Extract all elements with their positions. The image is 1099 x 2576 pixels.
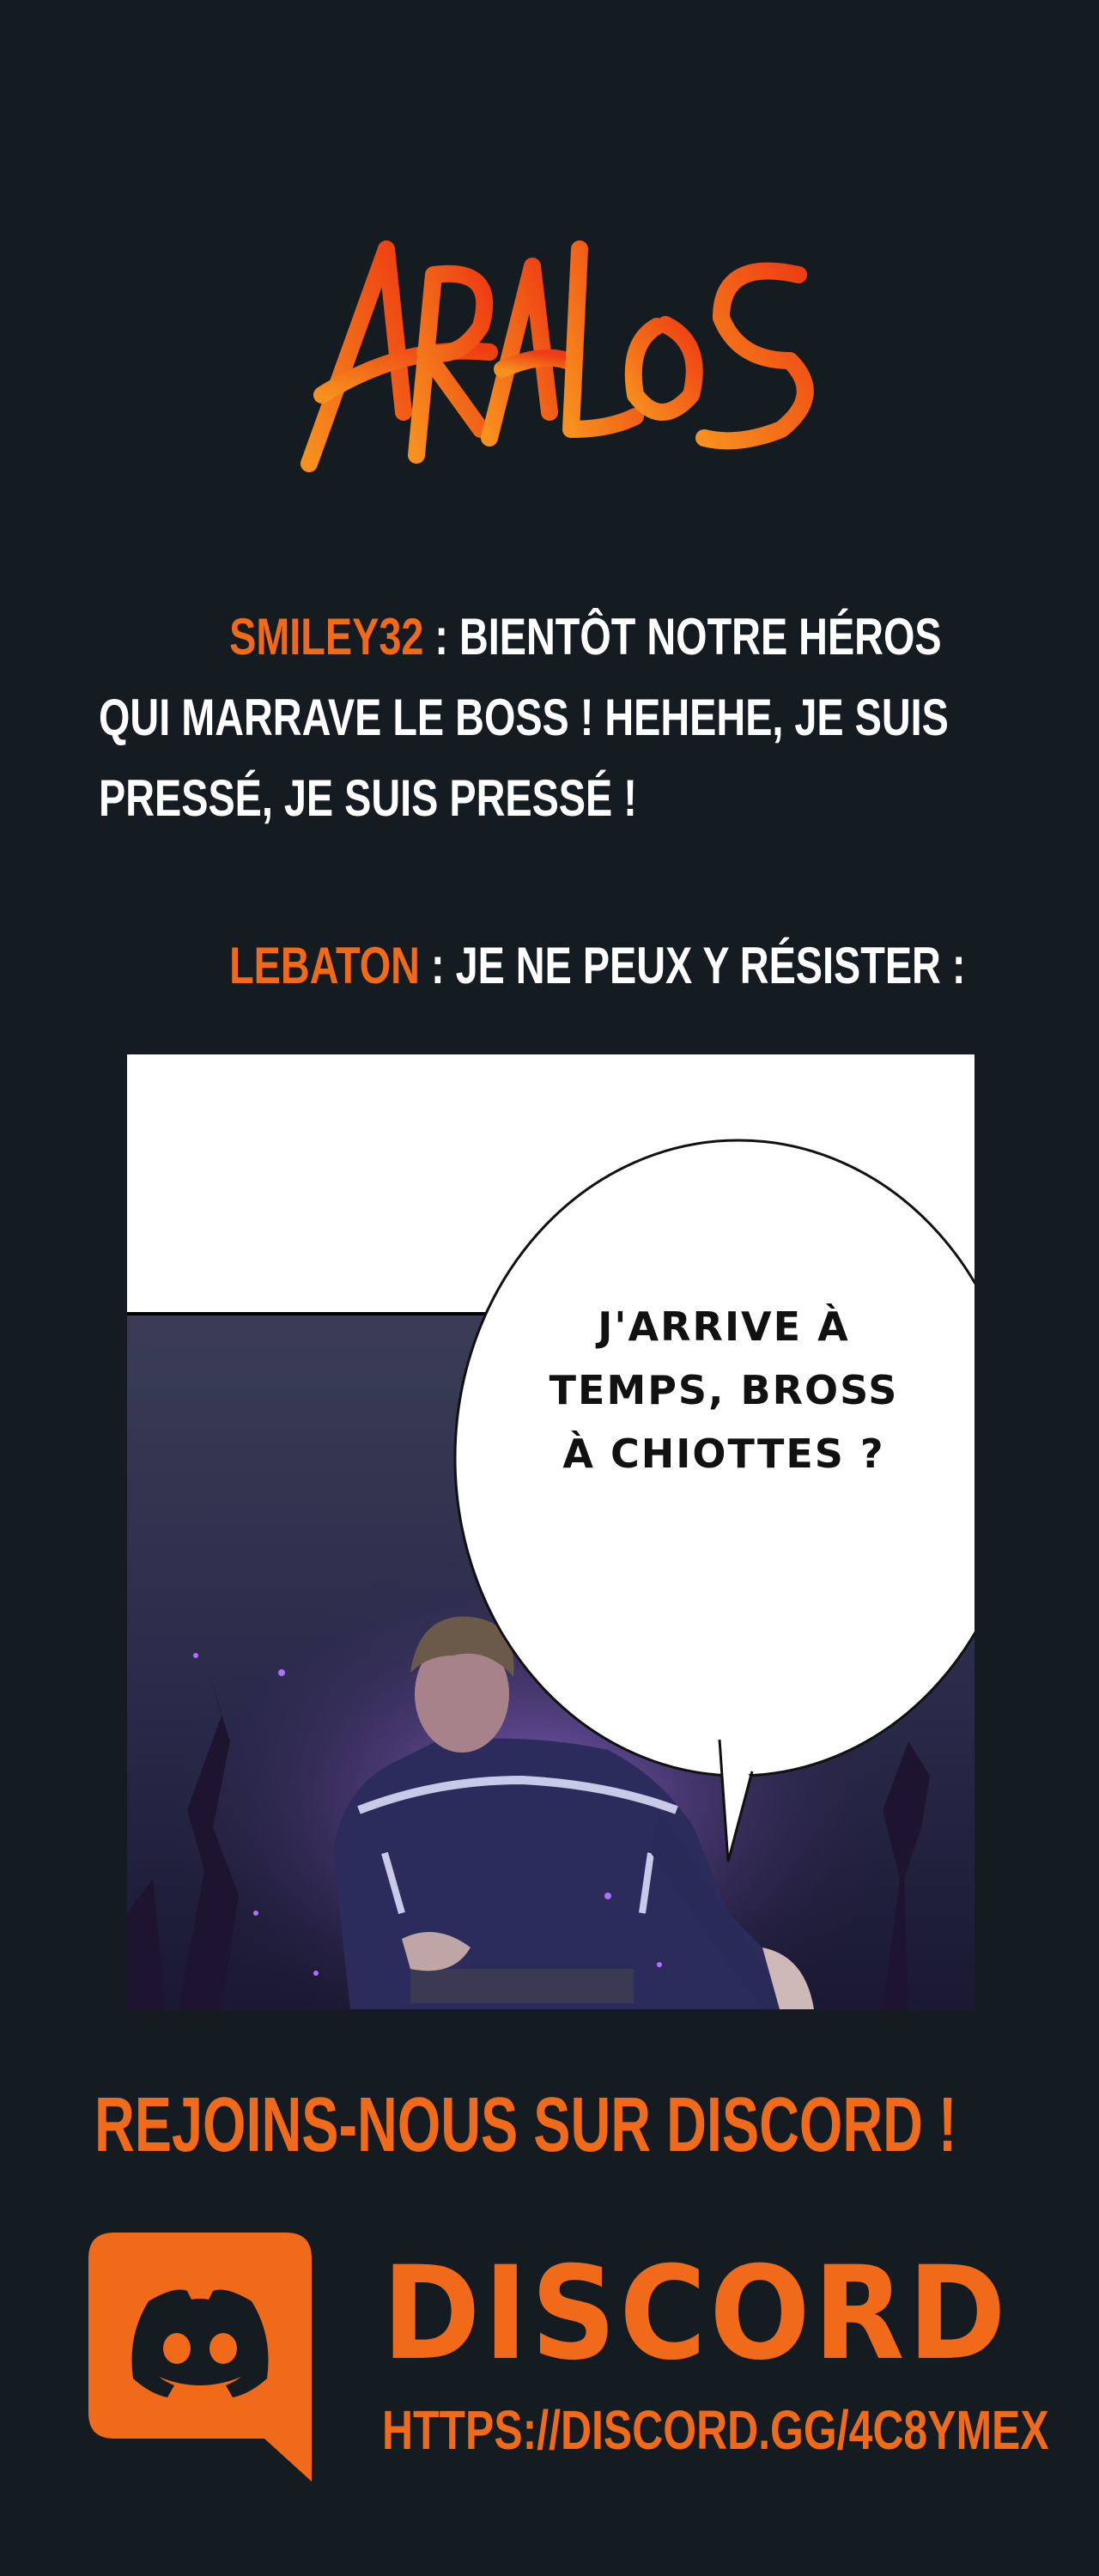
comment-lebaton: LEBATON : JE NE PEUX Y RÉSISTER : <box>99 926 1010 1006</box>
speech-line: J'ARRIVE À <box>598 1303 850 1350</box>
speech-line: À CHIOTTES ? <box>562 1431 885 1477</box>
aralos-logo <box>275 215 824 498</box>
comment-username: LEBATON <box>229 937 420 994</box>
speech-line: TEMPS, BROSS <box>549 1367 899 1413</box>
aralos-logo-art <box>301 240 814 472</box>
page: SMILEY32 : BIENTÔT NOTRE HÉROS QUI MARRA… <box>0 0 1099 2576</box>
discord-invite-link[interactable]: HTTPS://DISCORD.GG/4C8YMEX <box>382 2396 1049 2464</box>
manga-panel: J'ARRIVE À TEMPS, BROSS À CHIOTTES ? <box>127 1054 975 2009</box>
comment-text: : BIENTÔT NOTRE HÉROS QUI MARRAVE LE BOS… <box>99 608 949 827</box>
comment-text: : JE NE PEUX Y RÉSISTER : <box>419 937 966 994</box>
comment-smiley32: SMILEY32 : BIENTÔT NOTRE HÉROS QUI MARRA… <box>99 597 1010 839</box>
manga-panel-art <box>127 1054 975 2009</box>
discord-wordmark: DISCORD <box>382 2239 1010 2389</box>
speech-bubble-text: J'ARRIVE À TEMPS, BROSS À CHIOTTES ? <box>531 1295 917 1485</box>
discord-icon[interactable] <box>88 2233 312 2482</box>
discord-headline: REJOINS-NOUS SUR DISCORD ! <box>94 2082 957 2168</box>
comment-username: SMILEY32 <box>229 608 424 665</box>
